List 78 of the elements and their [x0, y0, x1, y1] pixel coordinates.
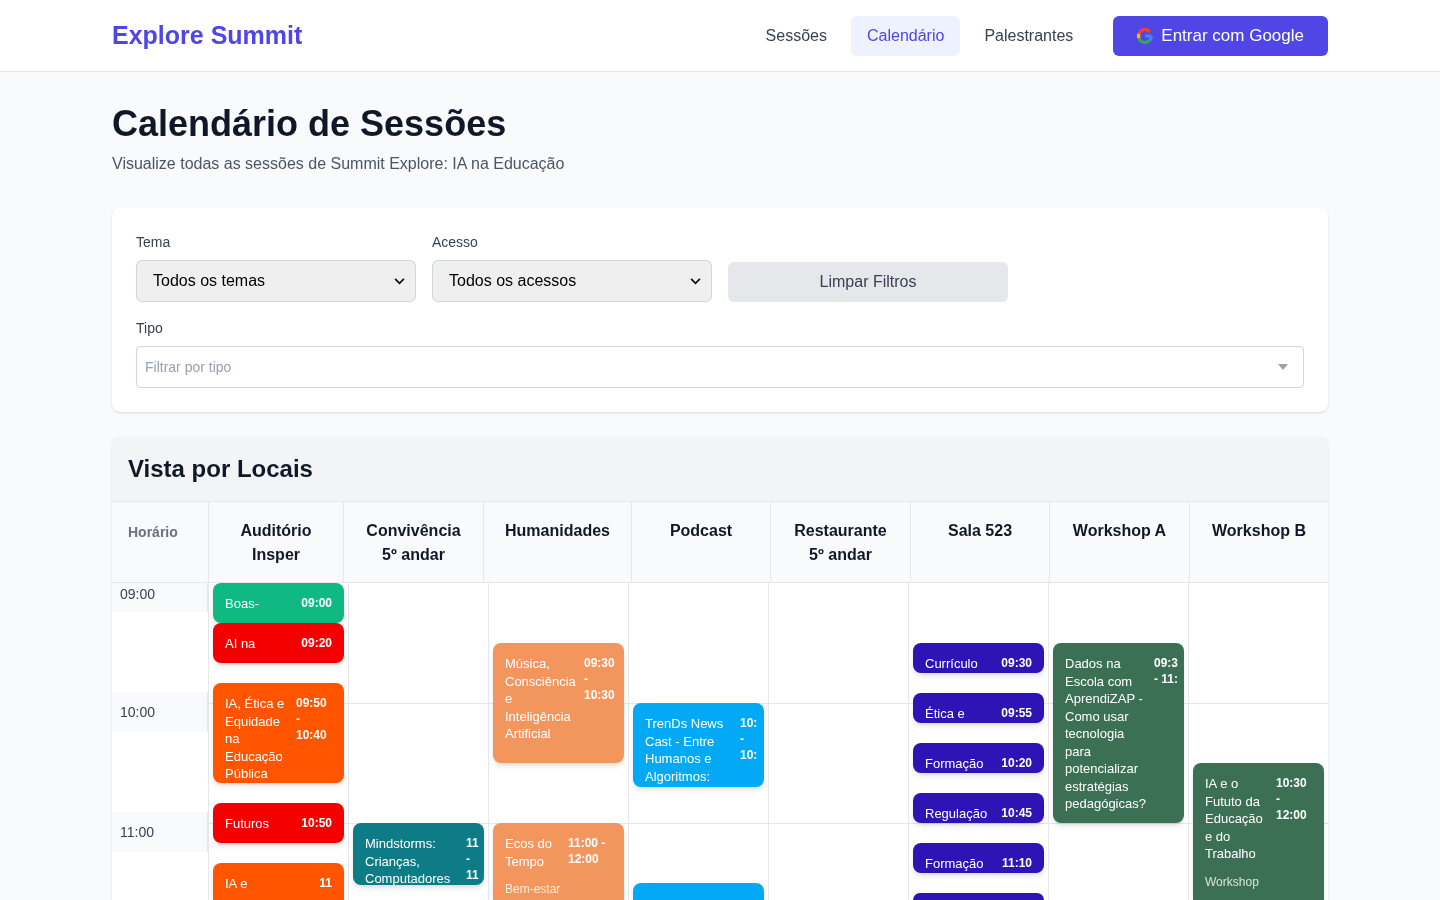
- time-label: 11:00: [112, 812, 208, 852]
- event-time: 09:30 - 10:30: [584, 655, 616, 704]
- event-card[interactable]: IA e 11: [213, 863, 344, 900]
- event-title: Música, Consciência e Inteligência Artificial: [505, 655, 577, 743]
- nav-tab[interactable]: Calendário: [851, 15, 961, 56]
- column-header: Workshop B: [1212, 521, 1306, 541]
- event-card[interactable]: AI na 09:20: [213, 623, 344, 663]
- event-title: Dados na Escola com AprendiZAP - Como usar tecnologia para potencializar estratégias pedagógicas?: [1065, 655, 1147, 813]
- event-title: IA e: [225, 875, 248, 893]
- column-header: Humanidades: [505, 521, 610, 541]
- event-title: Boas-: [225, 595, 259, 613]
- event-time: 10:20: [1001, 755, 1032, 772]
- logo-text[interactable]: Explore Summit: [112, 16, 303, 55]
- event-title: TrenDs News Cast - Entre Humanos e Algoritmos:: [645, 715, 725, 785]
- field-label: Acesso: [432, 233, 479, 252]
- event-card[interactable]: Ética e 09:55: [913, 693, 1044, 723]
- column-header: Restaurante 5º andar: [793, 521, 888, 565]
- nav-tab[interactable]: Palestrantes: [968, 15, 1090, 56]
- event-title: Formação: [925, 755, 984, 773]
- event-time: 09:3 - 11:: [1154, 655, 1180, 688]
- event-card[interactable]: Regulação 10:45: [913, 793, 1044, 823]
- time-label: 10:00: [112, 692, 208, 732]
- event-card[interactable]: IA e o Fututo da Educação e do Trabalho 10:30 - 12:00 Workshop: [1193, 763, 1324, 900]
- column-header: Auditório Insper: [239, 521, 313, 565]
- event-card[interactable]: [913, 893, 1044, 900]
- event-title: Formação: [925, 855, 984, 873]
- event-time: 10:50: [301, 815, 332, 832]
- event-time: 09:30: [1001, 655, 1032, 672]
- time-column-header: Horário: [127, 523, 179, 542]
- event-card[interactable]: Mindstorms: Crianças, Computadores 11 - 11: [353, 823, 484, 885]
- nav-tab[interactable]: Sessões: [749, 15, 843, 56]
- event-time: 09:50 - 10:40: [296, 695, 328, 744]
- event-category: Workshop: [1205, 873, 1259, 890]
- column-header: Podcast: [669, 521, 733, 541]
- event-title: AI na: [225, 635, 256, 653]
- event-time: 10: - 10:: [740, 715, 759, 764]
- field-label: Tipo: [136, 319, 164, 338]
- google-icon: [1137, 27, 1154, 44]
- event-time: 11:00 - 12:00: [568, 835, 607, 868]
- page-title: Calendário de Sessões: [112, 104, 508, 144]
- event-time: 10:30 - 12:00: [1276, 775, 1308, 824]
- event-card[interactable]: Futuros 10:50: [213, 803, 344, 843]
- acesso-select[interactable]: Todos os acessos: [432, 260, 712, 302]
- event-time: 10:45: [1001, 805, 1032, 822]
- event-time: 09:55: [1001, 705, 1032, 722]
- column-header: Workshop A: [1072, 521, 1167, 541]
- column-header: Convivência 5º andar: [365, 521, 462, 565]
- chevron-down-icon: [690, 277, 701, 285]
- caret-icon: [1278, 364, 1288, 370]
- event-card[interactable]: Currículo 09:30: [913, 643, 1044, 673]
- event-card[interactable]: Formação 11:10: [913, 843, 1044, 873]
- event-title: IA, Ética e Equidade na Educação Pública: [225, 695, 286, 783]
- time-label: 09:00: [112, 583, 208, 612]
- field-label: Tema: [136, 233, 172, 252]
- event-time: 11:10: [1001, 855, 1032, 872]
- event-category: Bem-estar: [505, 881, 561, 897]
- event-time: 09:20: [301, 635, 332, 652]
- column-header: Sala 523: [947, 521, 1013, 541]
- clear-filters-button[interactable]: Limpar Filtros: [728, 262, 1008, 302]
- calendar-title: Vista por Locais: [128, 454, 313, 484]
- event-time: 09:00: [301, 595, 332, 612]
- event-title: Currículo: [925, 655, 978, 673]
- tema-select[interactable]: Todos os temas: [136, 260, 416, 302]
- event-title: Futuros: [225, 815, 270, 833]
- event-title: Mindstorms: Crianças, Computadores: [365, 835, 452, 888]
- event-card[interactable]: Formação 10:20: [913, 743, 1044, 773]
- event-title: Regulação: [925, 805, 988, 823]
- event-time: 11 - 11: [466, 835, 480, 884]
- event-title: IA e o Fututo da Educação e do Trabalho: [1205, 775, 1264, 863]
- page-subtitle: Visualize todas as sessões de Summit Explore: IA na Educação: [112, 154, 566, 174]
- event-card[interactable]: Dados na Escola com AprendiZAP - Como usar tecnologia para potencializar estratégias pedagógicas? 09:3 - 11:: [1053, 643, 1184, 823]
- event-card[interactable]: IA, Ética e Equidade na Educação Pública 09:50 - 10:40: [213, 683, 344, 783]
- event-time: 11: [319, 875, 332, 892]
- event-title: Ética e: [925, 705, 965, 723]
- event-title: Ecos do Tempo: [505, 835, 553, 870]
- type-filter-field[interactable]: Filtrar por tipo: [136, 346, 1304, 388]
- google-login-button[interactable]: Entrar com Google: [1113, 15, 1328, 56]
- chevron-down-icon: [394, 277, 405, 285]
